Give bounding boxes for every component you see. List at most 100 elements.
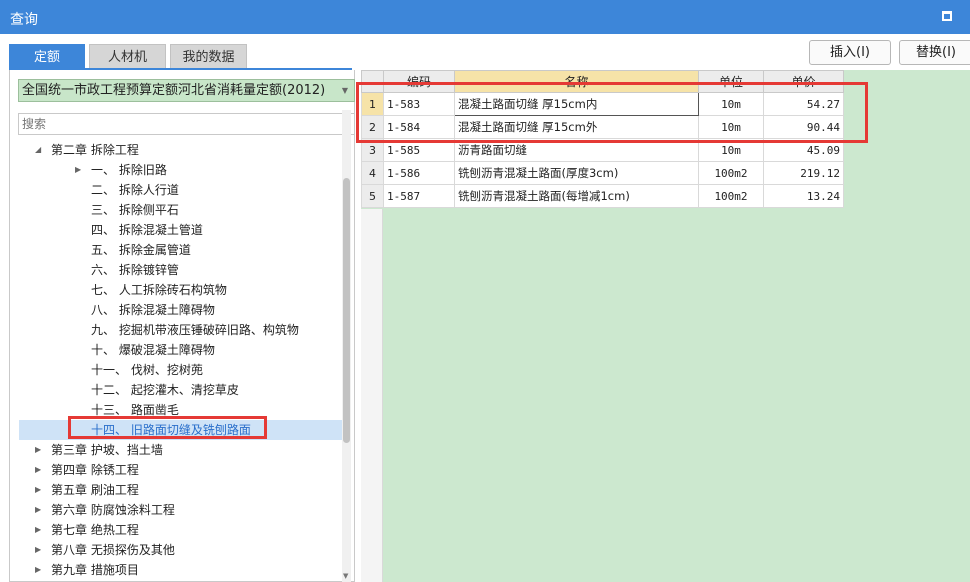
row-number-cell[interactable]: 5: [361, 184, 384, 208]
tree-node-label: 三、 拆除侧平石: [91, 203, 179, 217]
tree-node[interactable]: ▶ 第四章 除锈工程: [19, 460, 342, 480]
expand-triangle-icon[interactable]: ▶: [35, 540, 41, 560]
price-cell[interactable]: 54.27: [763, 92, 844, 116]
name-cell[interactable]: 铣刨沥青混凝土路面(每增减1cm): [454, 184, 699, 208]
row-number-cell[interactable]: 1: [361, 92, 384, 116]
corner-cell: [361, 70, 384, 93]
name-cell[interactable]: 铣刨沥青混凝土路面(厚度3cm): [454, 161, 699, 185]
tree-node[interactable]: ▶ 第三章 护坡、挡土墙: [19, 440, 342, 460]
scrollbar-thumb[interactable]: [343, 178, 350, 443]
replace-button[interactable]: 替换(I): [899, 40, 970, 65]
row-number-cell[interactable]: 4: [361, 161, 384, 185]
tree-node[interactable]: 九、 挖掘机带液压锤破碎旧路、构筑物: [19, 320, 342, 340]
tree-node-label: 二、 拆除人行道: [91, 183, 179, 197]
expand-triangle-icon[interactable]: ▶: [35, 480, 41, 500]
expand-triangle-icon[interactable]: ▶: [35, 500, 41, 520]
tab-labor-material-machine[interactable]: 人材机: [89, 44, 166, 69]
tree-node[interactable]: 十、 爆破混凝土障碍物: [19, 340, 342, 360]
price-cell[interactable]: 219.12: [763, 161, 844, 185]
column-header-name[interactable]: 名称: [454, 70, 699, 93]
quota-library-select[interactable]: 全国统一市政工程预算定额河北省消耗量定额(2012) ▼: [18, 79, 355, 102]
code-cell[interactable]: 1-583: [383, 92, 455, 116]
table-row[interactable]: 5 1-587 铣刨沥青混凝土路面(每增减1cm) 100m2 13.24: [361, 184, 844, 208]
tree-node[interactable]: 七、 人工拆除砖石构筑物: [19, 280, 342, 300]
tree-node[interactable]: ▶ 第六章 防腐蚀涂料工程: [19, 500, 342, 520]
column-header-unit[interactable]: 单位: [698, 70, 764, 93]
tree-node-label: 六、 拆除镀锌管: [91, 263, 179, 277]
table-row[interactable]: 2 1-584 混凝土路面切缝 厚15cm外 10m 90.44: [361, 115, 844, 139]
tree-node-label: 第四章 除锈工程: [51, 463, 139, 477]
collapse-triangle-icon[interactable]: ◢: [35, 140, 41, 160]
chevron-down-icon[interactable]: ▼: [342, 80, 348, 101]
name-cell[interactable]: 混凝土路面切缝 厚15cm外: [454, 115, 699, 139]
tree-node-label: 第三章 护坡、挡土墙: [51, 443, 163, 457]
code-cell[interactable]: 1-585: [383, 138, 455, 162]
unit-cell[interactable]: 10m: [698, 138, 764, 162]
tree-node[interactable]: 五、 拆除金属管道: [19, 240, 342, 260]
title-bar: 查询: [0, 0, 970, 34]
unit-cell[interactable]: 100m2: [698, 161, 764, 185]
tree-node-label: 十四、 旧路面切缝及铣刨路面: [91, 423, 251, 437]
code-cell[interactable]: 1-586: [383, 161, 455, 185]
tree-node-label: 第五章 刷油工程: [51, 483, 139, 497]
table-row[interactable]: 1 1-583 混凝土路面切缝 厚15cm内 10m 54.27: [361, 92, 844, 116]
expand-triangle-icon[interactable]: ▶: [35, 560, 41, 580]
expand-triangle-icon[interactable]: ▶: [35, 440, 41, 460]
table-row[interactable]: 3 1-585 沥青路面切缝 10m 45.09: [361, 138, 844, 162]
tree-node[interactable]: 十二、 起挖灌木、清挖草皮: [19, 380, 342, 400]
tree-node-label: 七、 人工拆除砖石构筑物: [91, 283, 227, 297]
quota-grid: 编码 名称 单位 单价 1 1-583 混凝土路面切缝 厚15cm内 10m 54.27…: [361, 70, 844, 208]
maximize-icon[interactable]: [942, 11, 952, 21]
tree-node[interactable]: 四、 拆除混凝土管道: [19, 220, 342, 240]
unit-cell[interactable]: 10m: [698, 115, 764, 139]
tree-node[interactable]: ▶ 一、 拆除旧路: [19, 160, 342, 180]
table-row[interactable]: 4 1-586 铣刨沥青混凝土路面(厚度3cm) 100m2 219.12: [361, 161, 844, 185]
row-number-cell[interactable]: 3: [361, 138, 384, 162]
tree-node-label: 九、 挖掘机带液压锤破碎旧路、构筑物: [91, 323, 299, 337]
expand-triangle-icon[interactable]: ▶: [35, 520, 41, 540]
tree-node[interactable]: 六、 拆除镀锌管: [19, 260, 342, 280]
code-cell[interactable]: 1-587: [383, 184, 455, 208]
tree-node-label: 第六章 防腐蚀涂料工程: [51, 503, 175, 517]
tree-node[interactable]: 二、 拆除人行道: [19, 180, 342, 200]
tree-node[interactable]: ◢ 第二章 拆除工程: [19, 140, 342, 160]
tree-node[interactable]: ▶ 第七章 绝热工程: [19, 520, 342, 540]
tree-node[interactable]: 十一、 伐树、挖树蔸: [19, 360, 342, 380]
column-header-code[interactable]: 编码: [383, 70, 455, 93]
tree-node[interactable]: ▶ 第五章 刷油工程: [19, 480, 342, 500]
tree-node[interactable]: 三、 拆除侧平石: [19, 200, 342, 220]
insert-button[interactable]: 插入(I): [809, 40, 891, 65]
search-input[interactable]: [18, 113, 355, 135]
name-cell[interactable]: 混凝土路面切缝 厚15cm内: [454, 92, 699, 116]
expand-triangle-icon[interactable]: ▶: [75, 160, 81, 180]
tree-node[interactable]: ▶ 第八章 无损探伤及其他: [19, 540, 342, 560]
tree-node-label: 五、 拆除金属管道: [91, 243, 191, 257]
quota-grid-area: 编码 名称 单位 单价 1 1-583 混凝土路面切缝 厚15cm内 10m 54.27…: [361, 70, 970, 582]
name-cell[interactable]: 沥青路面切缝: [454, 138, 699, 162]
tab-quota[interactable]: 定额: [9, 44, 85, 69]
expand-triangle-icon[interactable]: ▶: [35, 460, 41, 480]
price-cell[interactable]: 90.44: [763, 115, 844, 139]
tree-node[interactable]: 十四、 旧路面切缝及铣刨路面: [19, 420, 342, 440]
tree-node-label: 八、 拆除混凝土障碍物: [91, 303, 215, 317]
window-title: 查询: [10, 12, 38, 28]
tree-node-label: 十、 爆破混凝土障碍物: [91, 343, 215, 357]
tab-my-data[interactable]: 我的数据: [170, 44, 247, 69]
tree-node[interactable]: 十三、 路面凿毛: [19, 400, 342, 420]
scroll-down-icon[interactable]: ▼: [343, 572, 348, 580]
tree-node[interactable]: 八、 拆除混凝土障碍物: [19, 300, 342, 320]
tree-node-label: 一、 拆除旧路: [91, 163, 167, 177]
tree-node-label: 第八章 无损探伤及其他: [51, 543, 175, 557]
unit-cell[interactable]: 100m2: [698, 184, 764, 208]
tree-node[interactable]: ▶ 第九章 措施项目: [19, 560, 342, 580]
chapter-tree: ◢ 第二章 拆除工程 ▶ 一、 拆除旧路 二、 拆除人行道 三、 拆除侧平石 四、 拆除混凝…: [10, 140, 342, 582]
quota-library-value: 全国统一市政工程预算定额河北省消耗量定额(2012): [22, 83, 326, 98]
tree-scrollbar[interactable]: ▼: [342, 110, 351, 582]
tree-node-label: 十二、 起挖灌木、清挖草皮: [91, 383, 239, 397]
price-cell[interactable]: 13.24: [763, 184, 844, 208]
column-header-price[interactable]: 单价: [763, 70, 844, 93]
row-number-cell[interactable]: 2: [361, 115, 384, 139]
unit-cell[interactable]: 10m: [698, 92, 764, 116]
code-cell[interactable]: 1-584: [383, 115, 455, 139]
price-cell[interactable]: 45.09: [763, 138, 844, 162]
